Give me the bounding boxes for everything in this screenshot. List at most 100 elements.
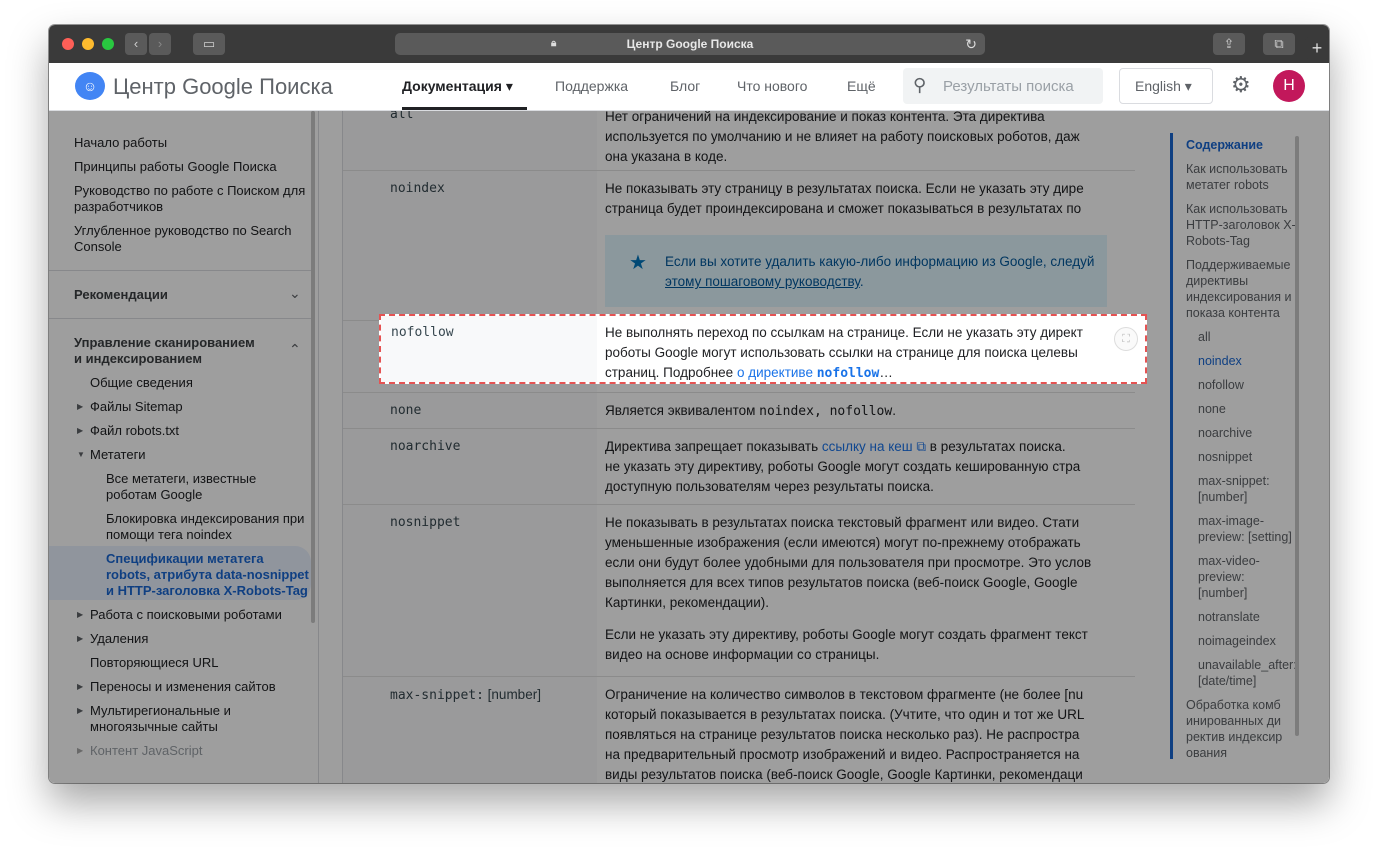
google-search-central-logo-icon[interactable]: ☺: [75, 72, 105, 100]
table-row: noarchive Директива запрещает показывать…: [343, 429, 1135, 505]
nav-whats-new[interactable]: Что нового: [737, 78, 807, 94]
directive-description: Не показывать эту страницу в результатах…: [605, 181, 1084, 216]
back-button[interactable]: ‹: [125, 33, 147, 55]
nav-more[interactable]: Ещё: [847, 78, 876, 94]
toc-subitem[interactable]: nosnippet: [1198, 449, 1304, 465]
directive-code: none: [390, 403, 422, 418]
sidebar-item-block-indexing[interactable]: Блокировка индексирования при помощи тег…: [106, 511, 306, 543]
language-select[interactable]: English ▾: [1119, 68, 1213, 104]
toc-subitem[interactable]: noarchive: [1198, 425, 1304, 441]
table-row: none Является эквивалентом noindex, nofo…: [343, 393, 1135, 429]
chevron-down-icon[interactable]: ⌄: [289, 285, 301, 302]
toc-subitem-active[interactable]: noindex: [1198, 353, 1304, 369]
sidebar-section-crawling[interactable]: Управление сканированием и индексировани…: [74, 335, 264, 367]
nav-blog[interactable]: Блог: [670, 78, 700, 94]
expand-handle-icon[interactable]: ⛶: [1114, 327, 1138, 351]
expand-arrow-icon[interactable]: ▶: [77, 402, 83, 411]
search-placeholder: Результаты поиска: [943, 78, 1074, 95]
sidebar-item-all-meta-tags[interactable]: Все метатеги, известные роботам Google: [106, 471, 306, 503]
sidebar-item-overview[interactable]: Общие сведения: [90, 375, 325, 391]
sidebar-section-recommendations[interactable]: Рекомендации: [74, 287, 309, 303]
directive-description: Нет ограничений на индексирование и пока…: [605, 111, 1080, 164]
directive-description: Ограничение на количество символов в тек…: [605, 687, 1085, 782]
new-tab-icon[interactable]: +: [1305, 37, 1329, 59]
avatar[interactable]: H: [1273, 70, 1305, 102]
toc-title[interactable]: Содержание: [1186, 137, 1263, 153]
expand-arrow-icon[interactable]: ▶: [77, 610, 83, 619]
table-row: all Нет ограничений на индексирование и …: [343, 111, 1135, 171]
sidebar-item-sitemaps[interactable]: Файлы Sitemap: [90, 399, 325, 415]
sidebar-item-removals[interactable]: Удаления: [90, 631, 325, 647]
search-icon: ⚲: [913, 75, 927, 95]
highlighted-row-nofollow[interactable]: nofollow Не выполнять переход по ссылкам…: [379, 314, 1147, 384]
toc-scrollbar[interactable]: [1295, 136, 1299, 736]
chevron-up-icon[interactable]: ⌃: [289, 341, 301, 358]
table-of-contents: Содержание Как использовать метатег robo…: [1170, 133, 1305, 761]
directive-code: nosnippet: [390, 515, 461, 530]
expand-arrow-icon[interactable]: ▶: [77, 706, 83, 715]
toc-item[interactable]: Обработка комбинированных директив индек…: [1186, 697, 1286, 761]
tabs-overview-icon[interactable]: ⧉: [1263, 33, 1295, 55]
toc-subitem[interactable]: noimageindex: [1198, 633, 1304, 649]
cache-link[interactable]: ссылку на кеш: [822, 439, 913, 454]
directive-code: max-snippet: [number]: [390, 687, 541, 703]
toc-subitem[interactable]: nofollow: [1198, 377, 1304, 393]
directive-code: all: [390, 111, 414, 122]
browser-titlebar: ‹ › ▭ 🔒︎ Центр Google Поиска ↻ ⇪ ⧉ +: [49, 25, 1329, 63]
search-input[interactable]: ⚲ Результаты поиска: [903, 68, 1103, 104]
sidebar-item-robots-txt[interactable]: Файл robots.txt: [90, 423, 325, 439]
sidebar-item-getting-started[interactable]: Начало работы: [74, 135, 309, 151]
sidebar-item-how-search-works[interactable]: Принципы работы Google Поиска: [74, 159, 309, 175]
expand-arrow-icon[interactable]: ▶: [77, 746, 83, 755]
toc-subitem[interactable]: max-snippet: [number]: [1198, 473, 1298, 505]
expand-arrow-icon[interactable]: ▶: [77, 426, 83, 435]
nofollow-link[interactable]: о директиве nofollow: [737, 365, 879, 381]
toc-subitem[interactable]: notranslate: [1198, 609, 1304, 625]
toc-subitem[interactable]: unavailable_after: [date/time]: [1198, 657, 1298, 689]
expand-arrow-icon[interactable]: ▶: [77, 634, 83, 643]
callout-text: Если вы хотите удалить какую-либо информ…: [665, 254, 1095, 269]
sidebar-item-multiregional[interactable]: Мультирегиональные и многоязычные сайты: [90, 703, 270, 735]
sidebar-scrollbar[interactable]: [311, 111, 315, 623]
site-title[interactable]: Центр Google Поиска: [113, 74, 333, 100]
nav-documentation[interactable]: Документация ▾: [402, 78, 513, 95]
nav-support[interactable]: Поддержка: [555, 78, 628, 94]
sidebar-item-meta-tags[interactable]: Метатеги: [90, 447, 325, 463]
sidebar-toggle-icon[interactable]: ▭: [193, 33, 225, 55]
expand-arrow-icon[interactable]: ▶: [77, 682, 83, 691]
sidebar-item-search-console-guide[interactable]: Углубленное руководство по Search Consol…: [74, 223, 309, 255]
toc-subitem[interactable]: max-image-preview: [setting]: [1198, 513, 1298, 545]
zoom-window-button[interactable]: [102, 38, 114, 50]
minimize-window-button[interactable]: [82, 38, 94, 50]
sidebar-item-robots-spec[interactable]: Спецификации метатега robots, атрибута d…: [106, 551, 311, 599]
toc-item[interactable]: Поддерживаемые директивы индексирования …: [1186, 257, 1304, 321]
toc-item[interactable]: Как использовать HTTP-заголовок X-Robots…: [1186, 201, 1304, 249]
callout-link[interactable]: этому пошаговому руководству: [665, 274, 860, 289]
directive-description: Является эквивалентом noindex, nofollow.: [605, 403, 896, 419]
toc-item[interactable]: Как использовать метатег robots: [1186, 161, 1304, 193]
sidebar-divider: [49, 318, 311, 319]
site-header: ☺ Центр Google Поиска Документация ▾ Под…: [49, 63, 1329, 111]
directive-description: Директива запрещает показывать ссылку на…: [605, 439, 1081, 494]
share-icon[interactable]: ⇪: [1213, 33, 1245, 55]
directive-code: noindex: [390, 181, 445, 196]
sidebar-item-crawlers[interactable]: Работа с поисковыми роботами: [90, 607, 325, 623]
toc-subitem[interactable]: all: [1198, 329, 1304, 345]
sidebar-item-site-moves[interactable]: Переносы и изменения сайтов: [90, 679, 325, 695]
toc-subitem[interactable]: none: [1198, 401, 1304, 417]
sidebar-item-duplicate-urls[interactable]: Повторяющиеся URL: [90, 655, 325, 671]
sidebar-item-developer-guide[interactable]: Руководство по работе с Поиском для разр…: [74, 183, 309, 215]
address-bar[interactable]: 🔒︎ Центр Google Поиска ↻: [395, 33, 985, 55]
forward-button[interactable]: ›: [149, 33, 171, 55]
info-callout: ★ Если вы хотите удалить какую-либо инфо…: [605, 235, 1107, 307]
toc-subitem[interactable]: max-video-preview: [number]: [1198, 553, 1288, 601]
gear-icon[interactable]: ⚙: [1231, 72, 1251, 98]
close-window-button[interactable]: [62, 38, 74, 50]
sidebar-item-javascript[interactable]: Контент JavaScript: [90, 743, 325, 759]
directive-description: Не выполнять переход по ссылкам на стран…: [605, 325, 1083, 381]
collapse-arrow-icon[interactable]: ▼: [77, 450, 85, 459]
reload-icon[interactable]: ↻: [965, 33, 977, 55]
table-row: max-snippet: [number] Ограничение на кол…: [343, 677, 1135, 783]
table-row: noindex Не показывать эту страницу в рез…: [343, 171, 1135, 321]
address-bar-title: Центр Google Поиска: [626, 37, 754, 51]
